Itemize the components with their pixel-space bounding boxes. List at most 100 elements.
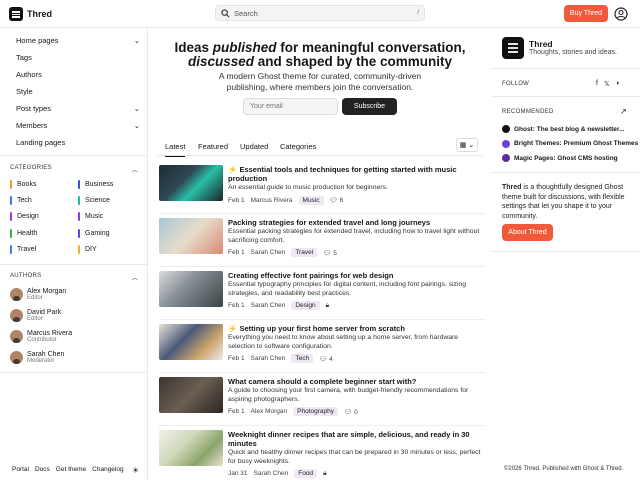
author-item[interactable]: Sarah Chen Moderator	[10, 351, 64, 364]
post-tag[interactable]: Tech	[291, 354, 314, 363]
post-card[interactable]: Packing strategies for extended travel a…	[159, 218, 485, 264]
post-author[interactable]: Marcus Rivera	[251, 197, 293, 204]
footer-link[interactable]: Get theme	[56, 466, 86, 473]
post-card[interactable]: What camera should a complete beginner s…	[159, 377, 485, 423]
avatar	[10, 309, 23, 322]
post-author[interactable]: Alex Morgan	[251, 408, 288, 415]
post-title[interactable]: What camera should a complete beginner s…	[228, 377, 483, 386]
post-tag[interactable]: Music	[298, 195, 324, 205]
category-item[interactable]: Science	[78, 196, 110, 206]
categories-heading[interactable]: CATEGORIES ︿	[10, 165, 138, 174]
facebook-icon[interactable]: f	[596, 80, 598, 88]
rss-icon[interactable]: ◗	[616, 80, 620, 88]
sidebar-nav-item[interactable]: Landing pages	[16, 136, 140, 148]
author-item[interactable]: Marcus Rivera Contributor	[10, 330, 72, 343]
post-card[interactable]: ⚡ Essential tools and techniques for get…	[159, 165, 485, 211]
email-field[interactable]: Your email	[243, 98, 338, 115]
post-thumbnail[interactable]	[159, 430, 223, 466]
author-role: Editor	[27, 316, 43, 322]
post-divider	[159, 372, 485, 373]
post-thumbnail[interactable]	[159, 165, 223, 201]
sidebar-nav-item[interactable]: Post types ⌄	[16, 102, 140, 114]
post-card[interactable]: Weeknight dinner recipes that are simple…	[159, 430, 485, 478]
buy-button[interactable]: Buy Thred	[564, 5, 608, 22]
category-item[interactable]: Tech	[10, 196, 32, 206]
subscribe-button[interactable]: Subscribe	[342, 98, 397, 115]
category-label: DIY	[85, 245, 97, 253]
avatar	[10, 351, 23, 364]
post-author[interactable]: Sarah Chen	[251, 249, 286, 256]
category-item[interactable]: DIY	[78, 244, 97, 254]
tab-categories[interactable]: Categories	[280, 142, 316, 151]
about-text: Thred is a thoughtfully designed Ghost t…	[502, 184, 625, 220]
post-thumbnail[interactable]	[159, 377, 223, 413]
tab-updated[interactable]: Updated	[240, 142, 268, 151]
category-item[interactable]: Health	[10, 228, 37, 238]
recommended-link[interactable]: Ghost: The best blog & newsletter...	[502, 125, 625, 133]
sidebar-nav-item[interactable]: Tags	[16, 51, 140, 63]
chevron-up-icon: ︿	[131, 168, 138, 174]
category-item[interactable]: Design	[10, 212, 39, 222]
comment-count[interactable]: 💬︎ 0	[344, 408, 358, 416]
search-bar[interactable]: Search /	[215, 5, 425, 21]
post-tabs: Latest Featured Updated Categories	[158, 136, 483, 157]
category-item[interactable]: Music	[78, 212, 104, 222]
post-tag[interactable]: Design	[291, 301, 320, 310]
sidebar-nav-item[interactable]: Style	[16, 85, 140, 97]
post-divider	[159, 425, 485, 426]
post-thumbnail[interactable]	[159, 218, 223, 254]
x-icon[interactable]: 𝕏	[604, 80, 610, 88]
category-label: Music	[85, 213, 104, 221]
footer-link[interactable]: Portal	[12, 466, 29, 473]
post-title[interactable]: ⚡ Setting up your first home server from…	[228, 324, 483, 333]
category-item[interactable]: Business	[78, 180, 113, 189]
logo-mark-icon	[9, 7, 23, 21]
recommended-link[interactable]: Bright Themes: Premium Ghost Themes	[502, 139, 638, 148]
sidebar-nav-item[interactable]: Authors	[16, 68, 140, 80]
external-arrow-icon[interactable]: ↗	[620, 107, 627, 116]
left-sidebar: Home pages ⌄ Tags Authors Style Post types ⌄ Me…	[0, 28, 148, 480]
footer-link[interactable]: Changelog	[92, 466, 123, 473]
featured-bolt-icon: ⚡	[228, 324, 238, 333]
authors-heading[interactable]: AUTHORS ︿	[10, 273, 138, 282]
category-item[interactable]: Books	[10, 180, 36, 189]
recommended-label: Magic Pages: Ghost CMS hosting	[514, 154, 618, 162]
post-title[interactable]: Weeknight dinner recipes that are simple…	[228, 430, 483, 448]
post-author[interactable]: Sarah Chen	[254, 470, 289, 477]
post-title[interactable]: Creating effective font pairings for web…	[228, 271, 483, 280]
sidebar-nav-item[interactable]: Home pages ⌄	[16, 34, 140, 46]
post-author[interactable]: Sarah Chen	[251, 302, 286, 309]
post-tag[interactable]: Travel	[291, 248, 318, 257]
about-button[interactable]: About Thred	[502, 224, 553, 241]
post-title[interactable]: ⚡ Essential tools and techniques for get…	[228, 165, 483, 183]
account-icon[interactable]	[614, 7, 628, 21]
category-color-bar	[78, 196, 80, 206]
site-logo[interactable]: Thred	[9, 7, 52, 21]
tab-latest[interactable]: Latest	[165, 142, 186, 157]
comment-count[interactable]: 💬︎ 6	[330, 196, 344, 204]
category-item[interactable]: Gaming	[78, 228, 110, 238]
post-card[interactable]: Creating effective font pairings for web…	[159, 271, 485, 317]
theme-toggle-sun-icon[interactable]: ☀	[132, 466, 139, 475]
footer-link[interactable]: Docs	[35, 466, 50, 473]
lock-icon: 🔒︎	[323, 469, 327, 477]
post-tag[interactable]: Food	[294, 469, 318, 478]
recommended-link[interactable]: Magic Pages: Ghost CMS hosting	[502, 154, 618, 162]
post-thumbnail[interactable]	[159, 324, 223, 360]
author-role: Contributor	[27, 337, 57, 343]
comment-count[interactable]: 💬︎ 5	[323, 249, 337, 257]
author-item[interactable]: David Park Editor	[10, 309, 61, 322]
layout-toggle-grid-icon[interactable]: ▦ ⌄	[456, 138, 478, 152]
category-item[interactable]: Travel	[10, 244, 36, 254]
comment-count[interactable]: 💬︎ 4	[319, 355, 333, 363]
author-item[interactable]: Alex Morgan Editor	[10, 288, 66, 301]
post-author[interactable]: Sarah Chen	[251, 355, 286, 362]
post-tag[interactable]: Photography	[293, 407, 338, 416]
post-title[interactable]: Packing strategies for extended travel a…	[228, 218, 483, 227]
tab-featured[interactable]: Featured	[198, 142, 228, 151]
sidebar-nav-item[interactable]: Members ⌄	[16, 119, 140, 131]
post-meta: Feb 1 Sarah Chen Tech 💬︎ 4	[228, 354, 333, 363]
authors-title: AUTHORS	[10, 273, 42, 279]
post-card[interactable]: ⚡ Setting up your first home server from…	[159, 324, 485, 370]
post-thumbnail[interactable]	[159, 271, 223, 307]
